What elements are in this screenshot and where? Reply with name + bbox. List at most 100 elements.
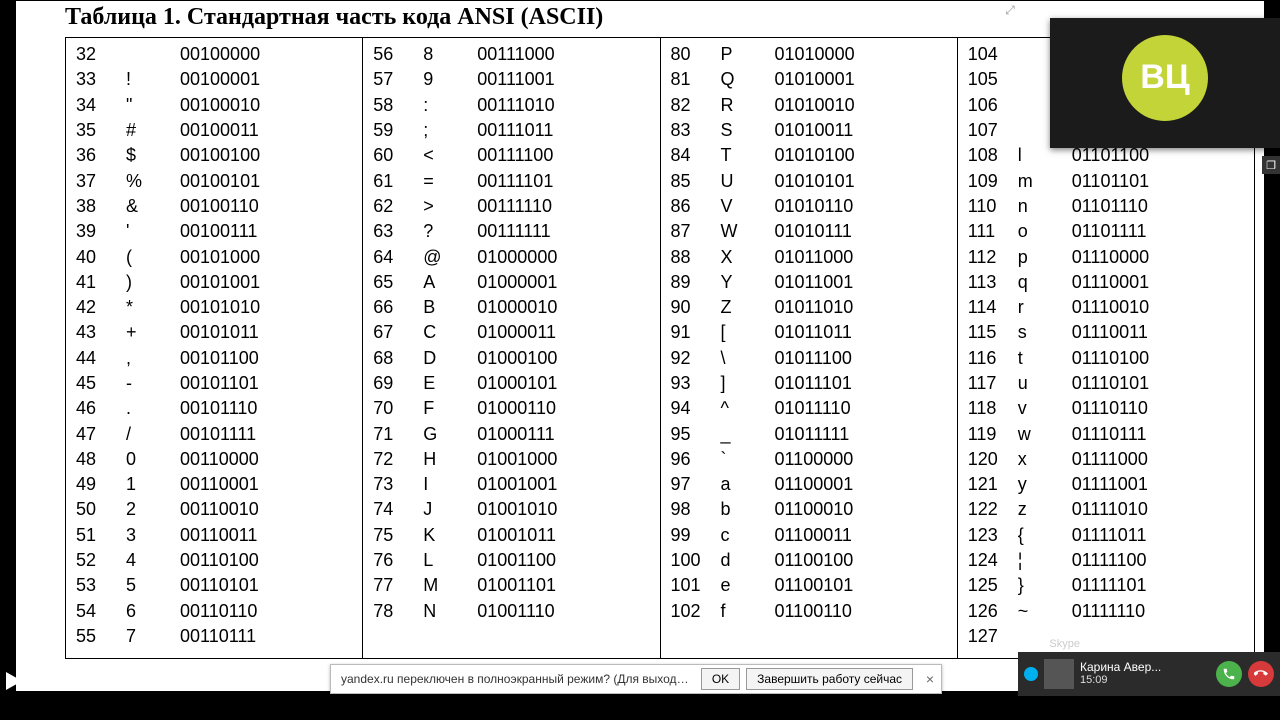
table-row: 50200110010 (66, 497, 362, 522)
cell-char: n (1018, 196, 1068, 217)
cell-decimal: 48 (66, 449, 126, 470)
cell-decimal: 81 (661, 69, 721, 90)
cell-binary: 01110110 (1068, 398, 1254, 419)
cell-binary: 00100100 (176, 145, 362, 166)
table-row: 78N01001110 (363, 599, 659, 624)
cell-decimal: 126 (958, 601, 1018, 622)
cell-char: 9 (423, 69, 473, 90)
cell-decimal: 58 (363, 95, 423, 116)
table-row: 121y01111001 (958, 472, 1254, 497)
cell-char: T (721, 145, 771, 166)
cell-decimal: 46 (66, 398, 126, 419)
table-row: 63?00111111 (363, 219, 659, 244)
table-row: 126~01111110 (958, 599, 1254, 624)
table-row: 76L01001100 (363, 548, 659, 573)
skype-call-toast[interactable]: Карина Авер... 15:09 (1018, 652, 1280, 696)
cell-decimal: 120 (958, 449, 1018, 470)
cell-binary: 01010100 (771, 145, 957, 166)
cell-decimal: 59 (363, 120, 423, 141)
end-session-button[interactable]: Завершить работу сейчас (746, 668, 913, 690)
cell-binary: 00101011 (176, 322, 362, 343)
table-row: 48000110000 (66, 447, 362, 472)
cell-decimal: 70 (363, 398, 423, 419)
cell-decimal: 83 (661, 120, 721, 141)
cell-char: d (721, 550, 771, 571)
cell-decimal: 105 (958, 69, 1018, 90)
table-row: 71G01000111 (363, 421, 659, 446)
cell-char: ) (126, 272, 176, 293)
ok-button[interactable]: OK (701, 668, 740, 690)
cell-char: ` (721, 449, 771, 470)
cell-char: 2 (126, 499, 176, 520)
avatar: ВЦ (1122, 35, 1208, 121)
table-row: 45-00101101 (66, 371, 362, 396)
cell-binary: 01011011 (771, 322, 957, 343)
cell-decimal: 77 (363, 575, 423, 596)
accept-call-button[interactable] (1216, 661, 1242, 687)
cell-char: ? (423, 221, 473, 242)
table-row: 60<00111100 (363, 143, 659, 168)
cell-decimal: 91 (661, 322, 721, 343)
table-row: 100d01100100 (661, 548, 957, 573)
cell-decimal: 86 (661, 196, 721, 217)
cell-decimal: 66 (363, 297, 423, 318)
cell-binary: 00111111 (473, 221, 659, 242)
table-row: 49100110001 (66, 472, 362, 497)
popout-icon[interactable]: ❐ (1262, 156, 1280, 174)
cell-decimal: 119 (958, 424, 1018, 445)
table-row: 62>00111110 (363, 194, 659, 219)
cell-decimal: 56 (363, 44, 423, 65)
table-row: 102f01100110 (661, 599, 957, 624)
table-row: 83S01010011 (661, 118, 957, 143)
cell-binary: 00111011 (473, 120, 659, 141)
cell-binary: 01110111 (1068, 424, 1254, 445)
cell-decimal: 41 (66, 272, 126, 293)
cell-char: y (1018, 474, 1068, 495)
cell-binary: 01110001 (1068, 272, 1254, 293)
cell-binary: 01000001 (473, 272, 659, 293)
cell-decimal: 117 (958, 373, 1018, 394)
cell-char: \ (721, 348, 771, 369)
cell-decimal: 108 (958, 145, 1018, 166)
cell-binary: 01001010 (473, 499, 659, 520)
cell-binary: 00100000 (176, 44, 362, 65)
cell-decimal: 53 (66, 575, 126, 596)
cell-decimal: 87 (661, 221, 721, 242)
cell-binary: 01001101 (473, 575, 659, 596)
cell-char: ' (126, 221, 176, 242)
cell-char: r (1018, 297, 1068, 318)
video-call-overlay[interactable]: ВЦ (1050, 18, 1280, 148)
cell-char: R (721, 95, 771, 116)
table-row: 58:00111010 (363, 93, 659, 118)
expand-icon[interactable]: ⤢ (1000, 2, 1020, 18)
cell-binary: 00100011 (176, 120, 362, 141)
cell-decimal: 72 (363, 449, 423, 470)
cell-decimal: 122 (958, 499, 1018, 520)
cell-decimal: 73 (363, 474, 423, 495)
cell-decimal: 37 (66, 171, 126, 192)
table-row: 119w01110111 (958, 421, 1254, 446)
table-row: 88X01011000 (661, 244, 957, 269)
play-button[interactable] (6, 672, 22, 690)
table-row: 101e01100101 (661, 573, 957, 598)
cell-decimal: 76 (363, 550, 423, 571)
cell-decimal: 97 (661, 474, 721, 495)
cell-char: } (1018, 575, 1068, 596)
cell-char: l (1018, 145, 1068, 166)
cell-char: , (126, 348, 176, 369)
cell-binary: 01111101 (1068, 575, 1254, 596)
cell-char: W (721, 221, 771, 242)
cell-char: " (126, 95, 176, 116)
cell-char: 5 (126, 575, 176, 596)
decline-call-button[interactable] (1248, 661, 1274, 687)
cell-binary: 01010110 (771, 196, 957, 217)
cell-binary: 00111001 (473, 69, 659, 90)
cell-char: ¦ (1018, 550, 1068, 571)
close-icon[interactable]: × (919, 671, 941, 687)
cell-decimal: 40 (66, 247, 126, 268)
cell-binary: 01001100 (473, 550, 659, 571)
cell-binary: 00100111 (176, 221, 362, 242)
cell-binary: 00111110 (473, 196, 659, 217)
cell-binary: 00111000 (473, 44, 659, 65)
cell-binary: 01111000 (1068, 449, 1254, 470)
